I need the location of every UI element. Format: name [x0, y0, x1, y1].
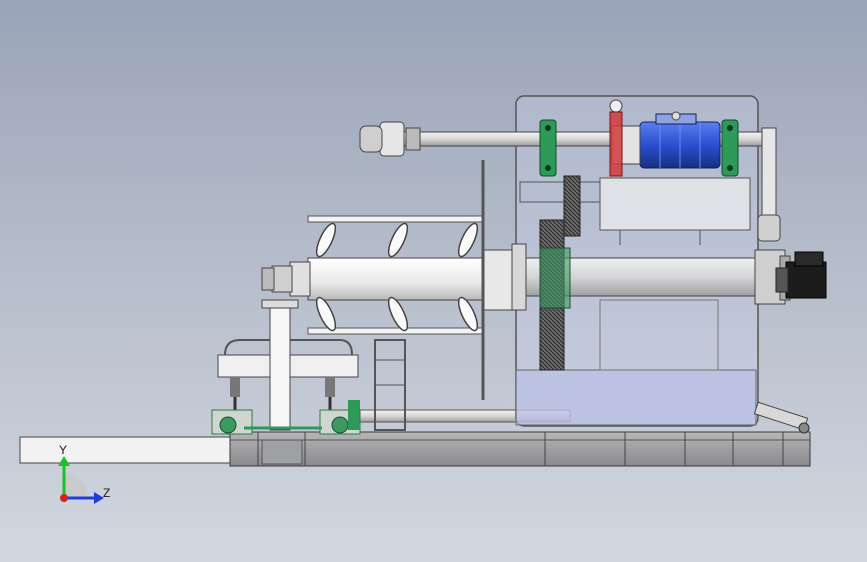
machine-assembly-drawing	[19, 95, 827, 504]
triad-origin	[60, 494, 68, 502]
z-axis-label: Z	[103, 486, 111, 500]
left-support-stand	[211, 299, 361, 435]
base-frame	[19, 431, 811, 467]
cad-viewport[interactable]: Y Z	[0, 0, 867, 562]
pneumatic-cylinder	[753, 401, 810, 434]
y-axis-label: Y	[59, 443, 68, 457]
